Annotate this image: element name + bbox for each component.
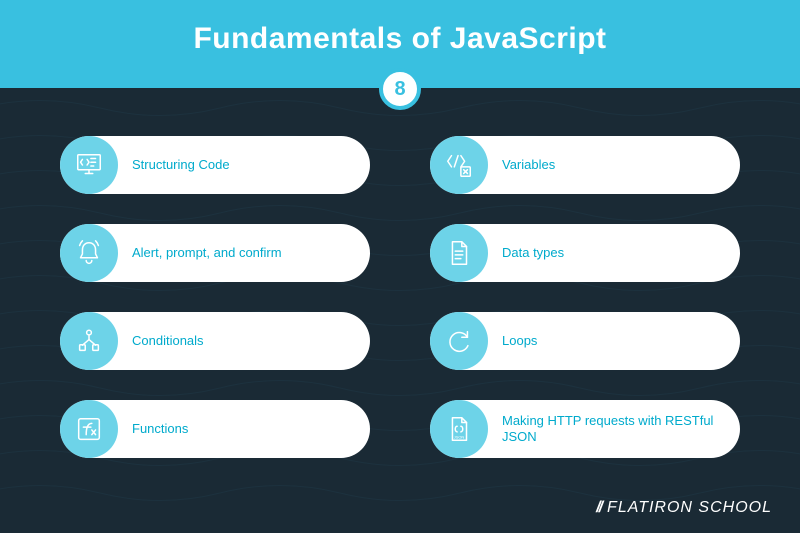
function-icon [60,400,118,458]
topic-alert-prompt-confirm: Alert, prompt, and confirm [60,224,370,282]
bell-icon [60,224,118,282]
topic-label: Structuring Code [132,157,230,173]
monitor-code-icon [60,136,118,194]
topic-label: Data types [502,245,564,261]
topic-grid: Structuring Code Variables Alert, prompt… [60,136,740,458]
topic-conditionals: Conditionals [60,312,370,370]
topic-label: Alert, prompt, and confirm [132,245,282,261]
code-var-icon [430,136,488,194]
footer-brand: // FLATIRON SCHOOL [596,499,772,517]
topic-label: Functions [132,421,188,437]
document-icon [430,224,488,282]
topic-structuring-code: Structuring Code [60,136,370,194]
count-badge: 8 [379,68,421,110]
topic-label: Making HTTP requests with RESTful JSON [502,413,722,446]
topic-functions: Functions [60,400,370,458]
topic-http-json: JSON Making HTTP requests with RESTful J… [430,400,740,458]
page-title: Fundamentals of JavaScript [0,22,800,56]
json-icon: JSON [430,400,488,458]
topic-label: Variables [502,157,555,173]
count-value: 8 [379,68,421,110]
topic-data-types: Data types [430,224,740,282]
slash-icon: // [596,499,601,517]
content-area: Structuring Code Variables Alert, prompt… [0,88,800,533]
topic-label: Conditionals [132,333,204,349]
topic-loops: Loops [430,312,740,370]
svg-text:JSON: JSON [454,434,465,439]
topic-variables: Variables [430,136,740,194]
loop-icon [430,312,488,370]
topic-label: Loops [502,333,537,349]
branch-icon [60,312,118,370]
brand-name: FLATIRON SCHOOL [607,499,772,517]
